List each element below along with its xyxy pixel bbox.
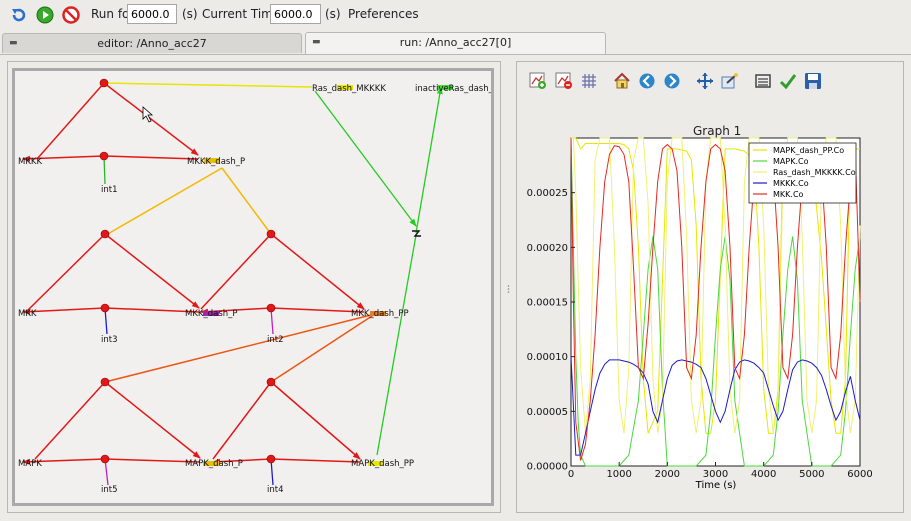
reaction-edge: [270, 233, 365, 310]
reaction-node[interactable]: [266, 454, 276, 464]
close-icon[interactable]: ▬: [312, 33, 321, 52]
species-label[interactable]: MKKK_dash_P: [187, 157, 245, 167]
enzyme-edge: [103, 82, 313, 88]
stop-icon[interactable]: [60, 4, 82, 26]
check-icon[interactable]: [778, 71, 798, 91]
species-label[interactable]: int4: [267, 485, 284, 495]
reaction-edge: [104, 233, 200, 309]
species-label[interactable]: int3: [101, 335, 118, 345]
reaction-edge: [104, 381, 201, 459]
reaction-node[interactable]: [100, 229, 110, 239]
preferences-button[interactable]: Preferences: [348, 7, 419, 21]
reaction-edge: [270, 458, 361, 463]
reset-icon[interactable]: [8, 4, 30, 26]
back-icon[interactable]: [637, 71, 657, 91]
add-plot-icon[interactable]: [528, 71, 548, 91]
current-time-input[interactable]: [270, 4, 321, 24]
chart-title: Graph 1: [693, 124, 742, 138]
reaction-edge: [103, 82, 199, 156]
species-label[interactable]: int1: [101, 185, 118, 195]
reaction-node[interactable]: [266, 229, 276, 239]
enzyme-edge: [104, 313, 376, 383]
home-icon[interactable]: [612, 71, 632, 91]
species-label[interactable]: MKKK: [18, 157, 42, 167]
reaction-edge: [415, 86, 443, 234]
configure-icon[interactable]: [753, 71, 773, 91]
splitter-handle[interactable]: [507, 283, 510, 293]
reaction-edge: [103, 155, 199, 160]
mouse-cursor-icon: [142, 106, 154, 123]
reaction-node[interactable]: [99, 78, 109, 88]
reaction-edge: [200, 233, 272, 310]
enzyme-edge: [221, 167, 272, 235]
species-label[interactable]: int5: [101, 485, 118, 495]
save-icon[interactable]: [803, 71, 823, 91]
run-for-unit: (s): [182, 7, 198, 21]
pan-icon[interactable]: [695, 71, 715, 91]
species-label[interactable]: MAPK: [18, 459, 42, 469]
tab-editor-label: editor: /Anno_acc27: [97, 37, 207, 50]
enzyme-edge: [270, 313, 376, 383]
close-icon[interactable]: ▬: [9, 34, 18, 53]
tab-run[interactable]: ▬ run: /Anno_acc27[0]: [305, 32, 606, 54]
network-canvas[interactable]: Ras_dash_MKKKK inactiveRas_dash_MKKK MKK…: [12, 68, 494, 506]
species-label[interactable]: int2: [267, 335, 284, 345]
remove-plot-icon[interactable]: [554, 71, 574, 91]
reaction-edge: [270, 381, 361, 460]
run-icon[interactable]: [34, 4, 56, 26]
reaction-node[interactable]: [100, 377, 110, 387]
main-toolbar: Run for (s) Current Time : (s) Preferenc…: [0, 0, 911, 30]
tab-bar: ▬ editor: /Anno_acc27 ▬ run: /Anno_acc27…: [0, 32, 911, 55]
current-time-unit: (s): [325, 7, 341, 21]
species-label[interactable]: MKK_dash_P: [185, 309, 238, 319]
forward-icon[interactable]: [662, 71, 682, 91]
reaction-node[interactable]: [266, 377, 276, 387]
reaction-edge: [34, 381, 106, 460]
reaction-node[interactable]: [99, 151, 109, 161]
reaction-edge: [26, 233, 106, 312]
species-label[interactable]: Ras_dash_MKKKK: [312, 84, 386, 94]
zoom-icon[interactable]: [720, 71, 740, 91]
species-label[interactable]: MKK_dash_PP: [351, 309, 409, 319]
species-label[interactable]: MAPK_dash_P: [185, 459, 243, 469]
species-label[interactable]: MKK: [18, 309, 37, 319]
reaction-node[interactable]: [100, 303, 110, 313]
reaction-edge: [314, 90, 417, 227]
species-label[interactable]: inactiveRas_dash_MKKK: [415, 84, 491, 94]
enzyme-edge: [105, 167, 223, 236]
reaction-edge: [36, 82, 105, 160]
enzyme-edge: [376, 234, 417, 456]
reaction-node[interactable]: [100, 454, 110, 464]
reaction-edge: [212, 381, 272, 460]
tab-editor[interactable]: ▬ editor: /Anno_acc27: [2, 33, 302, 53]
run-for-input[interactable]: [127, 4, 177, 24]
grid-icon[interactable]: [579, 71, 599, 91]
tab-run-label: run: /Anno_acc27[0]: [399, 36, 512, 49]
reaction-node[interactable]: [266, 303, 276, 313]
species-label[interactable]: MAPK_dash_PP: [351, 459, 414, 469]
